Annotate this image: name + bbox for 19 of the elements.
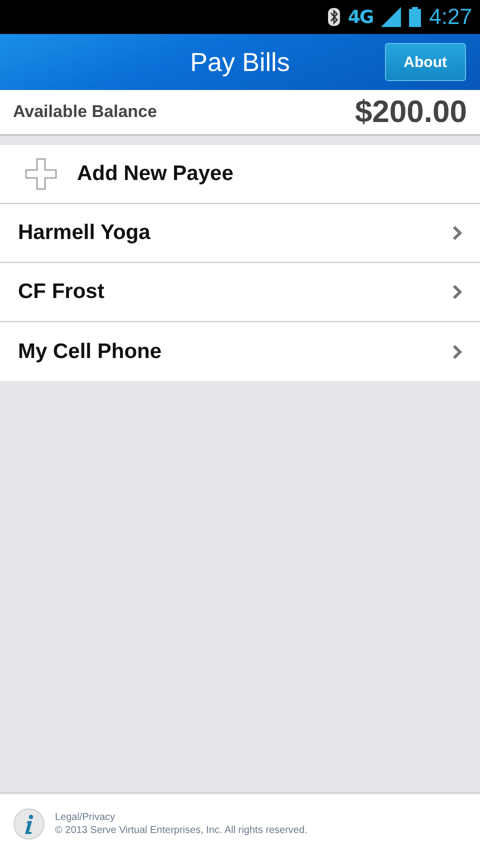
add-payee-item[interactable]: Add New Payee bbox=[0, 145, 480, 204]
bluetooth-icon bbox=[328, 8, 340, 26]
status-time: 4:27 bbox=[429, 4, 472, 30]
payee-item[interactable]: CF Frost bbox=[0, 263, 480, 322]
payee-item[interactable]: My Cell Phone bbox=[0, 322, 480, 381]
signal-icon bbox=[381, 7, 402, 27]
info-icon bbox=[13, 808, 45, 840]
battery-icon bbox=[409, 7, 422, 27]
payee-item[interactable]: Harmell Yoga bbox=[0, 204, 480, 263]
legal-privacy-link[interactable]: Legal/Privacy bbox=[55, 811, 308, 824]
chevron-right-icon bbox=[452, 284, 462, 300]
screen-title: Pay Bills bbox=[190, 46, 290, 78]
balance-label: Available Balance bbox=[13, 102, 157, 122]
plus-icon bbox=[25, 158, 57, 190]
copyright-text: © 2013 Serve Virtual Enterprises, Inc. All rights reserved. bbox=[55, 824, 308, 837]
balance-amount: $200.00 bbox=[354, 94, 467, 130]
chevron-right-icon bbox=[452, 225, 462, 241]
chevron-right-icon bbox=[452, 344, 462, 360]
network-type: 4G bbox=[348, 6, 374, 28]
